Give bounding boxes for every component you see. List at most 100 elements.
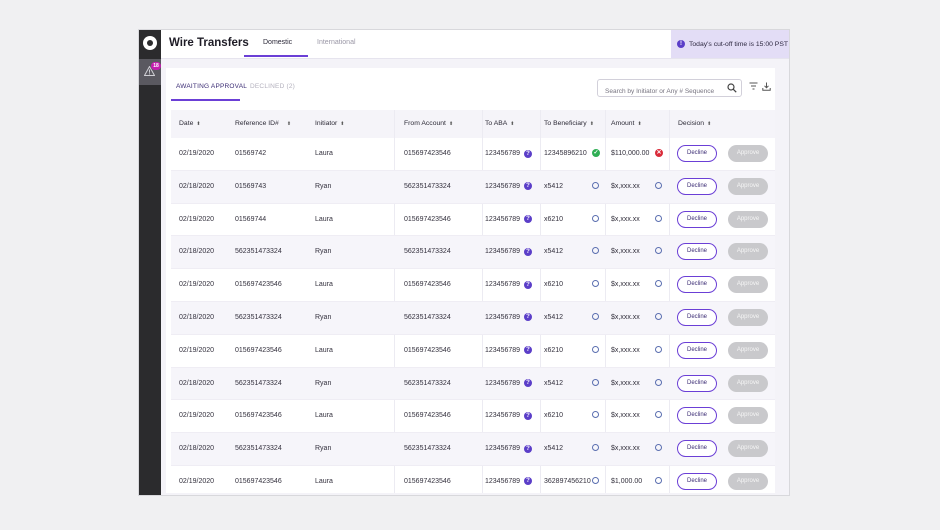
table-header: Date ⬍ Reference ID# ⬍ Initiator ⬍ From Acc…	[171, 110, 775, 138]
col-initiator[interactable]: Initiator ⬍	[315, 110, 345, 138]
cell-amount: $x,xxx.xx	[611, 215, 640, 223]
cell-to-beneficiary: x6210	[544, 281, 564, 289]
tab-domestic[interactable]: Domestic	[263, 39, 292, 46]
download-icon[interactable]	[762, 82, 771, 91]
cell-to-aba: 123456789	[485, 346, 521, 354]
cell-amount: $x,xxx.xx	[611, 248, 640, 256]
col-label: Date	[179, 120, 194, 127]
cell-from-account: 015697423546	[404, 215, 451, 223]
cell-date: 02/18/2020	[179, 182, 215, 190]
approve-button[interactable]: Approve	[728, 177, 768, 195]
decline-button[interactable]: Decline	[677, 145, 717, 162]
approve-button[interactable]: Approve	[728, 145, 768, 162]
col-to-beneficiary[interactable]: To Beneficiary ⬍	[544, 110, 594, 138]
cell-initiator: Ryan	[315, 445, 332, 453]
filter-icon[interactable]	[749, 82, 758, 90]
radio-circle-icon	[655, 181, 662, 189]
col-to-aba[interactable]: To ABA ⬍	[485, 110, 515, 138]
cell-date: 02/19/2020	[179, 215, 215, 223]
approve-button[interactable]: Approve	[728, 440, 768, 458]
table-row[interactable]: 02/19/2020 015697423546 Laura 015697423546 1…	[171, 335, 775, 368]
help-icon[interactable]: ?	[524, 182, 532, 191]
table-row[interactable]: 02/18/2020 01569743 Ryan 562351473324 123456…	[171, 170, 775, 204]
cell-date: 02/18/2020	[179, 313, 215, 321]
help-icon[interactable]: ?	[524, 149, 532, 158]
approve-button[interactable]: Approve	[728, 276, 768, 294]
table-row[interactable]: 02/18/2020 562351473324 Ryan 562351473324 12…	[171, 301, 775, 335]
decline-button[interactable]: Decline	[677, 407, 717, 425]
table-row[interactable]: 02/19/2020 015697423546 Laura 015697423546 1…	[171, 400, 775, 434]
decline-button[interactable]: Decline	[677, 177, 717, 195]
col-from-account[interactable]: From Account ⬍	[404, 110, 453, 138]
table-row[interactable]: 02/19/2020 015697423546 Laura 015697423546 1…	[171, 269, 775, 302]
decline-button[interactable]: Decline	[677, 308, 717, 326]
search-input[interactable]	[603, 83, 732, 100]
cell-from-account: 015697423546	[404, 281, 451, 289]
table-row[interactable]: 02/19/2020 015697423546 Laura 015697423546 1…	[171, 466, 775, 495]
tab-international[interactable]: International	[317, 39, 356, 46]
col-decision[interactable]: Decision ⬍	[678, 110, 711, 138]
decline-button[interactable]: Decline	[677, 341, 717, 359]
tab-declined[interactable]: DECLINED (2)	[250, 83, 295, 90]
cell-date: 02/18/2020	[179, 248, 215, 256]
tab-awaiting-approval[interactable]: AWAITING APPROVAL	[176, 83, 247, 90]
cell-initiator: Ryan	[315, 313, 332, 321]
search-box[interactable]	[597, 79, 742, 100]
cell-date: 02/19/2020	[179, 412, 215, 420]
help-icon[interactable]: ?	[524, 477, 532, 486]
search-icon[interactable]	[727, 83, 737, 93]
cell-to-aba: 123456789	[485, 412, 521, 420]
decline-button[interactable]: Decline	[677, 276, 717, 294]
table-row[interactable]: 02/19/2020 01569744 Laura 015697423546 12345…	[171, 204, 775, 237]
approve-button[interactable]: Approve	[728, 243, 768, 261]
logo-icon[interactable]	[143, 36, 157, 50]
approve-button[interactable]: Approve	[728, 407, 768, 425]
decline-button[interactable]: Decline	[677, 472, 717, 490]
cell-date: 02/18/2020	[179, 379, 215, 387]
approve-button[interactable]: Approve	[728, 472, 768, 490]
table-row[interactable]: 02/18/2020 562351473324 Ryan 562351473324 12…	[171, 433, 775, 466]
cell-to-beneficiary: x5412	[544, 379, 564, 387]
approve-button[interactable]: Approve	[728, 374, 768, 392]
help-icon[interactable]: ?	[524, 313, 532, 322]
cell-from-account: 562351473324	[404, 379, 451, 387]
check-icon: ✓	[592, 149, 600, 157]
help-icon[interactable]: ?	[524, 247, 532, 256]
cell-to-beneficiary: x5412	[544, 182, 564, 190]
help-icon[interactable]: ?	[524, 215, 532, 224]
radio-circle-icon	[655, 476, 662, 484]
cell-reference-id: 562351473324	[235, 379, 282, 387]
help-icon[interactable]: ?	[524, 346, 532, 355]
decline-button[interactable]: Decline	[677, 440, 717, 458]
decline-button[interactable]: Decline	[677, 210, 717, 228]
alert-count-badge: 18	[151, 62, 161, 70]
alerts-button[interactable]: 18	[139, 59, 161, 85]
col-reference[interactable]: Reference ID# ⬍	[235, 110, 291, 138]
sort-icon: ⬍	[637, 121, 642, 127]
approve-button[interactable]: Approve	[728, 308, 768, 326]
col-amount[interactable]: Amount ⬍	[611, 110, 642, 138]
cell-date: 02/19/2020	[179, 346, 215, 354]
cell-to-aba: 123456789	[485, 150, 521, 157]
transfers-panel: AWAITING APPROVAL DECLINED (2) Date⬍ Ref…	[166, 68, 775, 493]
cell-reference-id: 015697423546	[235, 346, 282, 354]
help-icon[interactable]: ?	[524, 379, 532, 388]
approve-button[interactable]: Approve	[728, 341, 768, 359]
cell-initiator: Laura	[315, 477, 333, 485]
table-row[interactable]: 02/18/2020 562351473324 Ryan 562351473324 12…	[171, 236, 775, 270]
cell-amount: $x,xxx.xx	[611, 379, 640, 387]
table-row[interactable]: 02/19/2020 01569742 Laura 015697423546 12345…	[171, 138, 775, 171]
col-date[interactable]: Date ⬍	[179, 110, 201, 138]
help-icon[interactable]: ?	[524, 444, 532, 453]
help-icon[interactable]: ?	[524, 411, 532, 420]
decline-button[interactable]: Decline	[677, 243, 717, 261]
table-row[interactable]: 02/18/2020 562351473324 Ryan 562351473324 12…	[171, 367, 775, 401]
help-icon[interactable]: ?	[524, 280, 532, 289]
transfers-table-body: 02/19/2020 01569742 Laura 015697423546 12345…	[171, 138, 775, 495]
radio-circle-icon	[592, 214, 599, 222]
approve-button[interactable]: Approve	[728, 210, 768, 228]
cell-to-beneficiary: 12345896210	[544, 150, 587, 157]
sort-icon: ⬍	[510, 121, 515, 127]
cell-initiator: Laura	[315, 215, 333, 223]
decline-button[interactable]: Decline	[677, 374, 717, 392]
